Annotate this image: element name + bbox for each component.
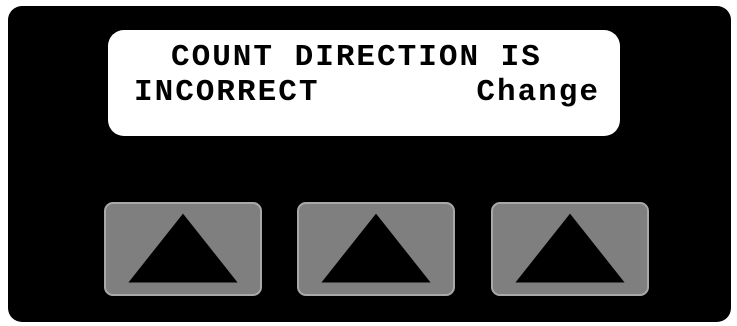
control-panel: COUNT DIRECTION IS INCORRECT Change: [8, 6, 731, 322]
display-message-line1: COUNT DIRECTION IS: [171, 40, 542, 75]
up-arrow-icon: [321, 213, 431, 283]
softkey-center-button[interactable]: [297, 202, 455, 296]
softkey-left-button[interactable]: [104, 202, 262, 296]
display-softkey-label-change: Change: [476, 75, 600, 110]
display-message-line2: INCORRECT: [134, 75, 320, 110]
softkey-right-button[interactable]: [491, 202, 649, 296]
lcd-display: COUNT DIRECTION IS INCORRECT Change: [108, 30, 620, 136]
up-arrow-icon: [515, 213, 625, 283]
up-arrow-icon: [128, 213, 238, 283]
